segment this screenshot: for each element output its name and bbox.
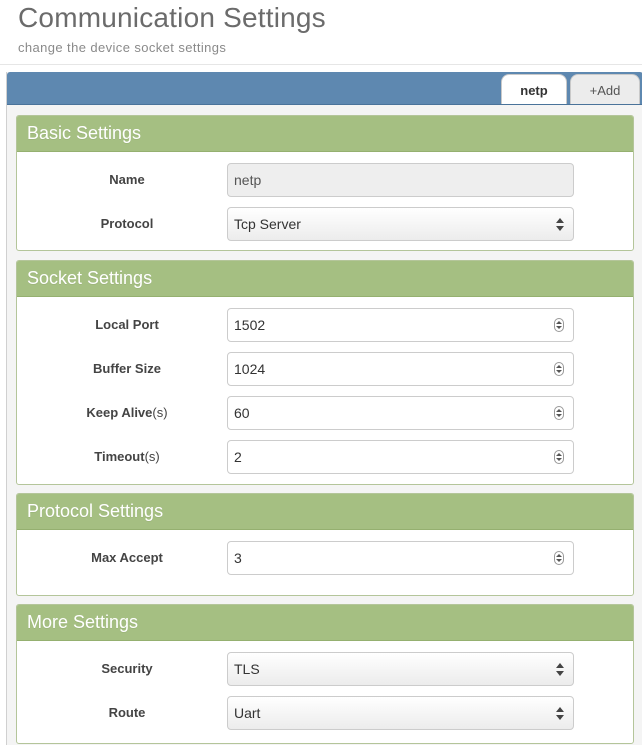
max-accept-input[interactable]: 3: [227, 541, 574, 575]
select-arrows-icon: [556, 707, 564, 721]
local-port-row: Local Port 1502: [17, 308, 633, 342]
route-value: Uart: [234, 705, 261, 721]
number-stepper-icon[interactable]: [554, 318, 564, 332]
security-row: Security TLS: [17, 652, 633, 686]
local-port-label: Local Port: [95, 317, 159, 332]
route-select[interactable]: Uart: [227, 696, 574, 730]
max-accept-value: 3: [234, 550, 242, 566]
protocol-label: Protocol: [100, 216, 154, 231]
keep-alive-row: Keep Alive(s) 60: [17, 396, 633, 430]
name-row: Name netp: [17, 163, 633, 197]
route-row: Route Uart: [17, 696, 633, 730]
number-stepper-icon[interactable]: [554, 362, 564, 376]
protocol-value: Tcp Server: [234, 216, 301, 232]
security-select[interactable]: TLS: [227, 652, 574, 686]
tab-bar: netp +Add: [7, 72, 642, 105]
timeout-label-text: Timeout: [94, 449, 145, 464]
security-value: TLS: [234, 661, 260, 677]
page-title: Communication Settings: [18, 2, 326, 33]
buffer-size-input[interactable]: 1024: [227, 352, 574, 386]
settings-content: netp +Add Basic Settings Name netp Proto…: [6, 72, 642, 745]
more-settings-panel: More Settings Security TLS Route Uart: [16, 604, 634, 744]
timeout-row: Timeout(s) 2: [17, 440, 633, 474]
basic-settings-heading: Basic Settings: [17, 116, 633, 152]
keep-alive-unit: (s): [152, 405, 168, 420]
protocol-settings-heading: Protocol Settings: [17, 494, 633, 530]
max-accept-row: Max Accept 3: [17, 541, 633, 575]
timeout-input[interactable]: 2: [227, 440, 574, 474]
protocol-select[interactable]: Tcp Server: [227, 207, 574, 241]
number-stepper-icon[interactable]: [554, 406, 564, 420]
timeout-label: Timeout(s): [17, 440, 237, 474]
page-subtitle: change the device socket settings: [18, 40, 227, 55]
name-label: Name: [109, 172, 145, 187]
route-label: Route: [108, 705, 146, 720]
select-arrows-icon: [556, 218, 564, 232]
local-port-value: 1502: [234, 317, 266, 333]
keep-alive-input[interactable]: 60: [227, 396, 574, 430]
buffer-size-row: Buffer Size 1024: [17, 352, 633, 386]
tab-netp[interactable]: netp: [501, 74, 567, 104]
page-header: Communication Settings change the device…: [0, 0, 642, 65]
keep-alive-value: 60: [234, 405, 250, 421]
more-settings-heading: More Settings: [17, 605, 633, 641]
socket-settings-heading: Socket Settings: [17, 261, 633, 297]
socket-settings-panel: Socket Settings Local Port 1502 Buffer S…: [16, 260, 634, 485]
protocol-row: Protocol Tcp Server: [17, 207, 633, 241]
security-label: Security: [101, 661, 153, 676]
timeout-unit: (s): [144, 449, 160, 464]
tab-add[interactable]: +Add: [570, 74, 640, 104]
protocol-settings-panel: Protocol Settings Max Accept 3: [16, 493, 634, 596]
basic-settings-panel: Basic Settings Name netp Protocol Tcp Se…: [16, 115, 634, 251]
max-accept-label: Max Accept: [91, 550, 163, 565]
keep-alive-label: Keep Alive(s): [17, 396, 237, 430]
keep-alive-label-text: Keep Alive: [86, 405, 153, 420]
number-stepper-icon[interactable]: [554, 551, 564, 565]
timeout-value: 2: [234, 449, 242, 465]
local-port-input[interactable]: 1502: [227, 308, 574, 342]
name-input[interactable]: netp: [227, 163, 574, 197]
buffer-size-value: 1024: [234, 361, 266, 377]
number-stepper-icon[interactable]: [554, 450, 564, 464]
select-arrows-icon: [556, 663, 564, 677]
buffer-size-label: Buffer Size: [93, 361, 161, 376]
